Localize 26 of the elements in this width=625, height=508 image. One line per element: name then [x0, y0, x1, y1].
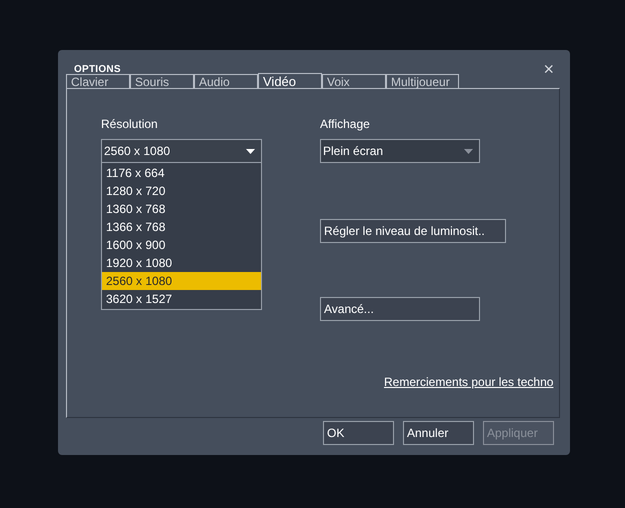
tab[interactable]: Souris — [130, 74, 194, 88]
display-dropdown[interactable]: Plein écran — [320, 139, 480, 163]
close-button[interactable]: × — [543, 60, 554, 78]
credits-link[interactable]: Remerciements pour les techno — [384, 373, 554, 391]
advanced-button[interactable]: Avancé... — [320, 297, 480, 321]
caret-icon — [464, 148, 473, 154]
resolution-option[interactable]: 2560 x 1080 — [102, 272, 261, 290]
resolution-option[interactable]: 3620 x 1527 — [102, 290, 261, 308]
display-label: Affichage — [320, 116, 371, 133]
resolution-option[interactable]: 1176 x 664 — [102, 164, 261, 182]
resolution-label: Résolution — [101, 116, 159, 133]
dialog-button[interactable]: Annuler — [403, 421, 474, 445]
dialog-button[interactable]: OK — [323, 421, 394, 445]
tab[interactable]: Voix — [322, 74, 386, 88]
resolution-dropdown[interactable]: 2560 x 1080 — [101, 139, 262, 163]
resolution-option[interactable]: 1920 x 1080 — [102, 254, 261, 272]
tab[interactable]: Clavier — [66, 74, 130, 88]
window-title: OPTIONS — [74, 62, 121, 76]
resolution-option[interactable]: 1280 x 720 — [102, 182, 261, 200]
caret-icon — [246, 148, 255, 154]
resolution-option[interactable]: 1360 x 768 — [102, 200, 261, 218]
tab[interactable]: Multijoueur — [386, 74, 459, 88]
brightness-button[interactable]: Régler le niveau de luminosit.. — [320, 219, 506, 243]
resolution-option[interactable]: 1366 x 768 — [102, 218, 261, 236]
tab[interactable]: Vidéo — [258, 73, 322, 89]
resolution-option[interactable]: 1600 x 900 — [102, 236, 261, 254]
